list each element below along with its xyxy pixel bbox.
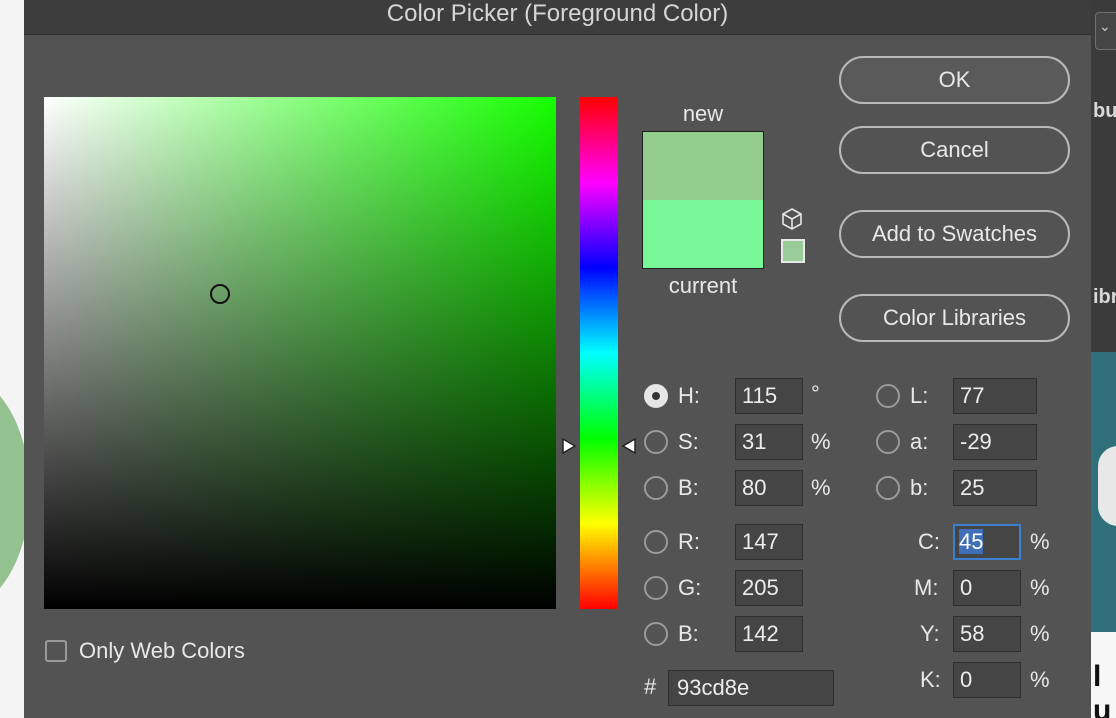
yellow-label: Y: <box>920 621 940 646</box>
hue-label: H: <box>678 383 700 408</box>
background-text: bu <box>1093 100 1116 122</box>
radio-b-channel[interactable] <box>876 476 900 500</box>
hex-input[interactable]: 93cd8e <box>668 670 834 706</box>
radio-hue[interactable] <box>644 384 668 408</box>
current-color-label: current <box>668 273 738 298</box>
a-channel-input[interactable]: -29 <box>953 424 1037 460</box>
hue-unit: ° <box>811 381 820 406</box>
brightness-label: B: <box>678 475 699 500</box>
websafe-color-swatch[interactable] <box>781 239 805 263</box>
background-text: l u <box>1093 660 1112 718</box>
color-comparison-swatch <box>642 131 764 269</box>
radio-saturation[interactable] <box>644 430 668 454</box>
b-channel-label: b: <box>910 475 929 500</box>
radio-red[interactable] <box>644 530 668 554</box>
black-unit: % <box>1030 667 1050 692</box>
color-field-cursor[interactable] <box>210 284 230 304</box>
cancel-button[interactable]: Cancel <box>839 126 1070 174</box>
saturation-label: S: <box>678 429 699 454</box>
hex-hash-label: # <box>644 674 657 699</box>
background-shape <box>0 372 24 612</box>
yellow-input[interactable]: 58 <box>953 616 1021 652</box>
title-bar[interactable]: Color Picker (Foreground Color) <box>24 0 1091 35</box>
background-text: ibr <box>1093 286 1116 308</box>
current-color-swatch[interactable] <box>643 200 763 268</box>
cube-icon[interactable] <box>780 207 804 231</box>
hue-input[interactable]: 115 <box>735 378 803 414</box>
cyan-unit: % <box>1030 529 1050 554</box>
b-channel-input[interactable]: 25 <box>953 470 1037 506</box>
red-label: R: <box>678 529 700 554</box>
green-input[interactable]: 205 <box>735 570 803 606</box>
color-libraries-button[interactable]: Color Libraries <box>839 294 1070 342</box>
background-shape <box>1098 446 1116 526</box>
black-input[interactable]: 0 <box>953 662 1021 698</box>
saturation-input[interactable]: 31 <box>735 424 803 460</box>
magenta-unit: % <box>1030 575 1050 600</box>
only-web-colors-checkbox[interactable] <box>45 640 67 662</box>
magenta-input[interactable]: 0 <box>953 570 1021 606</box>
brightness-unit: % <box>811 475 831 500</box>
black-label: K: <box>920 667 941 692</box>
lightness-label: L: <box>910 383 929 408</box>
only-web-colors-label[interactable]: Only Web Colors <box>79 638 245 664</box>
lightness-input[interactable]: 77 <box>953 378 1037 414</box>
hue-marker-left-icon[interactable] <box>561 438 577 454</box>
add-to-swatches-button[interactable]: Add to Swatches <box>839 210 1070 258</box>
background-left <box>0 0 24 718</box>
new-color-swatch <box>643 132 763 200</box>
radio-green[interactable] <box>644 576 668 600</box>
radio-blue[interactable] <box>644 622 668 646</box>
green-label: G: <box>678 575 702 600</box>
cyan-input[interactable]: 45 <box>953 524 1021 560</box>
saturation-unit: % <box>811 429 831 454</box>
hue-slider[interactable] <box>580 97 618 609</box>
hue-marker-right-icon[interactable] <box>621 438 637 454</box>
new-color-label: new <box>682 101 724 126</box>
background-right-panel: ⌄ bu ibr l u <box>1091 0 1116 718</box>
radio-lightness[interactable] <box>876 384 900 408</box>
blue-input[interactable]: 142 <box>735 616 803 652</box>
radio-brightness[interactable] <box>644 476 668 500</box>
color-field[interactable] <box>44 97 556 609</box>
blue-label: B: <box>678 621 699 646</box>
chevron-down-icon: ⌄ <box>1099 18 1111 34</box>
magenta-label: M: <box>914 575 939 600</box>
a-channel-label: a: <box>910 429 929 454</box>
ok-button[interactable]: OK <box>839 56 1070 104</box>
cyan-value: 45 <box>959 529 984 554</box>
radio-a-channel[interactable] <box>876 430 900 454</box>
yellow-unit: % <box>1030 621 1050 646</box>
dialog-title: Color Picker (Foreground Color) <box>386 0 729 27</box>
brightness-input[interactable]: 80 <box>735 470 803 506</box>
cyan-label: C: <box>918 529 940 554</box>
color-picker-dialog: Color Picker (Foreground Color) new curr… <box>24 0 1091 718</box>
red-input[interactable]: 147 <box>735 524 803 560</box>
